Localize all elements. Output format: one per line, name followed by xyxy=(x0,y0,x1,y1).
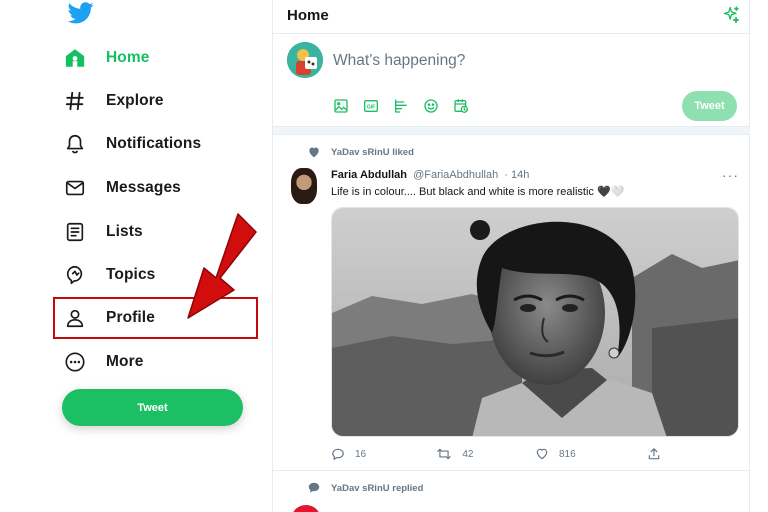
author-handle[interactable]: @FariaAbdhullah xyxy=(413,169,498,181)
social-context-text: YaDav sRinU replied xyxy=(331,482,424,494)
sparkle-icon[interactable] xyxy=(721,5,741,25)
heart-filled-icon xyxy=(309,147,319,158)
social-context-text: YaDav sRinU liked xyxy=(331,146,414,158)
compose-box: GIF Tweet xyxy=(273,34,751,126)
gif-icon[interactable]: GIF xyxy=(361,96,381,116)
bell-icon xyxy=(62,131,88,157)
social-context: YaDav sRinU replied xyxy=(307,481,423,495)
social-context: YaDav sRinU liked xyxy=(307,145,414,159)
sidebar-tweet-button[interactable]: Tweet xyxy=(62,389,243,426)
page-title: Home xyxy=(287,7,329,24)
svg-text:GIF: GIF xyxy=(367,104,375,110)
retweet-icon xyxy=(437,448,452,460)
main-column: Home GIF xyxy=(272,0,751,512)
envelope-icon xyxy=(62,175,88,201)
image-icon[interactable] xyxy=(331,96,351,116)
more-circle-icon xyxy=(62,349,88,375)
poll-icon[interactable] xyxy=(391,96,411,116)
home-header: Home xyxy=(273,0,751,34)
sidebar-item-notifications[interactable]: Notifications xyxy=(62,126,201,162)
sidebar-item-lists[interactable]: Lists xyxy=(62,214,143,250)
hashtag-icon xyxy=(62,88,88,114)
sidebar-item-label: Notifications xyxy=(106,135,202,152)
sidebar-item-home[interactable]: Home xyxy=(62,40,149,76)
reply-count: 16 xyxy=(355,448,367,460)
reply-filled-icon xyxy=(308,482,320,493)
tweet-card[interactable]: YaDav sRinU replied xyxy=(273,471,751,512)
compose-toolbar: GIF xyxy=(331,96,481,116)
twitter-logo-icon[interactable] xyxy=(67,2,94,26)
sidebar-item-explore[interactable]: Explore xyxy=(62,83,164,119)
sidebar-item-label: Topics xyxy=(106,266,156,283)
heart-icon xyxy=(536,448,548,460)
sidebar-item-label: Messages xyxy=(106,179,181,196)
topics-icon xyxy=(62,262,88,288)
schedule-icon[interactable] xyxy=(451,96,471,116)
avatar[interactable] xyxy=(291,505,321,512)
more-options-icon[interactable]: ··· xyxy=(722,167,739,183)
author-name[interactable]: Faria Abdullah xyxy=(331,169,407,181)
right-column xyxy=(750,0,768,512)
avatar[interactable] xyxy=(291,168,317,204)
home-icon xyxy=(62,45,88,71)
like-count: 816 xyxy=(558,448,576,460)
compose-tweet-button[interactable]: Tweet xyxy=(682,91,737,121)
sidebar: Home Explore Notifications Messages List… xyxy=(0,0,272,512)
retweet-action[interactable]: 42 xyxy=(436,447,535,461)
tweet-actions: 16 42 816 xyxy=(331,446,671,462)
like-action[interactable]: 816 xyxy=(535,447,647,461)
reply-action[interactable]: 16 xyxy=(331,447,436,461)
sidebar-item-more[interactable]: More xyxy=(62,344,143,380)
annotation-arrow-icon xyxy=(187,213,257,319)
compose-input[interactable] xyxy=(333,50,633,72)
tweet-time[interactable]: · 14h xyxy=(504,169,529,181)
list-icon xyxy=(62,219,88,245)
portrait-photo-image xyxy=(332,208,738,436)
feed-divider xyxy=(273,126,751,135)
tweet-photo[interactable] xyxy=(331,207,739,437)
tweet-header: Faria Abdullah @FariaAbdhullah · 14h xyxy=(331,169,529,181)
sidebar-item-label: Home xyxy=(106,49,150,66)
avatar[interactable] xyxy=(287,42,323,78)
share-action[interactable] xyxy=(647,447,671,461)
share-icon xyxy=(648,448,660,460)
sidebar-item-label: Lists xyxy=(106,223,143,240)
tweet-text: Life is in colour.... But black and whit… xyxy=(331,186,625,198)
reply-icon xyxy=(332,448,344,460)
sidebar-item-label: Explore xyxy=(106,92,164,109)
sidebar-item-messages[interactable]: Messages xyxy=(62,170,181,206)
sidebar-item-label: More xyxy=(106,353,144,370)
sidebar-item-topics[interactable]: Topics xyxy=(62,257,155,293)
tweet-card[interactable]: YaDav sRinU liked Faria Abdullah @FariaA… xyxy=(273,135,751,471)
emoji-icon[interactable] xyxy=(421,96,441,116)
retweet-count: 42 xyxy=(462,448,474,460)
